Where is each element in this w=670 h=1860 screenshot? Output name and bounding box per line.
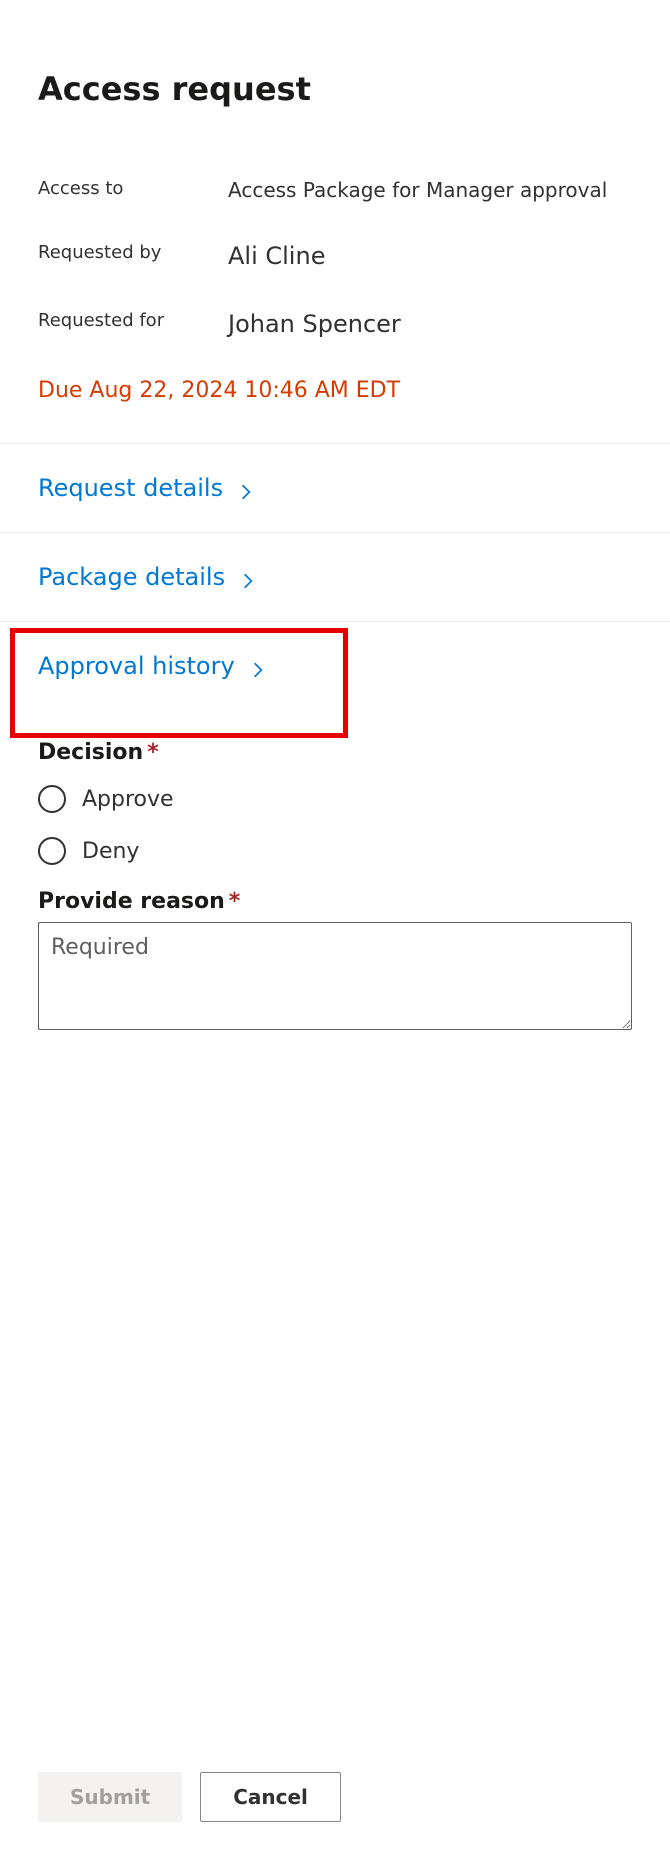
- package-details-link[interactable]: Package details: [38, 563, 257, 591]
- requested-for-row: Requested for Johan Spencer: [38, 310, 632, 338]
- requested-for-value: Johan Spencer: [228, 310, 632, 338]
- submit-button[interactable]: Submit: [38, 1772, 182, 1822]
- access-to-row: Access to Access Package for Manager app…: [38, 178, 632, 202]
- section-package-details: Package details: [0, 532, 670, 621]
- reason-label-text: Provide reason: [38, 889, 225, 914]
- approve-radio[interactable]: Approve: [38, 785, 632, 813]
- requested-for-label: Requested for: [38, 310, 228, 338]
- chevron-right-icon: [249, 657, 267, 675]
- decision-label-text: Decision: [38, 740, 143, 765]
- chevron-right-icon: [237, 479, 255, 497]
- access-to-label: Access to: [38, 178, 228, 202]
- approve-label: Approve: [82, 787, 174, 812]
- page-title: Access request: [38, 70, 670, 108]
- due-date: Due Aug 22, 2024 10:46 AM EDT: [38, 378, 632, 403]
- section-request-details: Request details: [0, 443, 670, 532]
- radio-circle-icon: [38, 785, 66, 813]
- requested-by-value: Ali Cline: [228, 242, 632, 270]
- footer: Submit Cancel: [38, 1772, 341, 1822]
- radio-circle-icon: [38, 837, 66, 865]
- reason-label: Provide reason*: [38, 889, 632, 914]
- requested-by-label: Requested by: [38, 242, 228, 270]
- package-details-label: Package details: [38, 563, 225, 591]
- deny-radio[interactable]: Deny: [38, 837, 632, 865]
- reason-textarea[interactable]: [38, 922, 632, 1030]
- requested-by-row: Requested by Ali Cline: [38, 242, 632, 270]
- request-details-link[interactable]: Request details: [38, 474, 255, 502]
- chevron-right-icon: [239, 568, 257, 586]
- cancel-button[interactable]: Cancel: [200, 1772, 341, 1822]
- section-approval-history: Approval history: [0, 621, 670, 710]
- access-to-value: Access Package for Manager approval: [228, 178, 632, 202]
- deny-label: Deny: [82, 839, 139, 864]
- required-star-icon: *: [147, 740, 159, 765]
- approval-history-label: Approval history: [38, 652, 235, 680]
- decision-label: Decision*: [38, 740, 632, 765]
- decision-block: Decision* Approve Deny: [38, 740, 632, 865]
- approval-history-link[interactable]: Approval history: [38, 652, 267, 680]
- request-details-label: Request details: [38, 474, 223, 502]
- required-star-icon: *: [229, 889, 241, 914]
- info-grid: Access to Access Package for Manager app…: [38, 178, 632, 338]
